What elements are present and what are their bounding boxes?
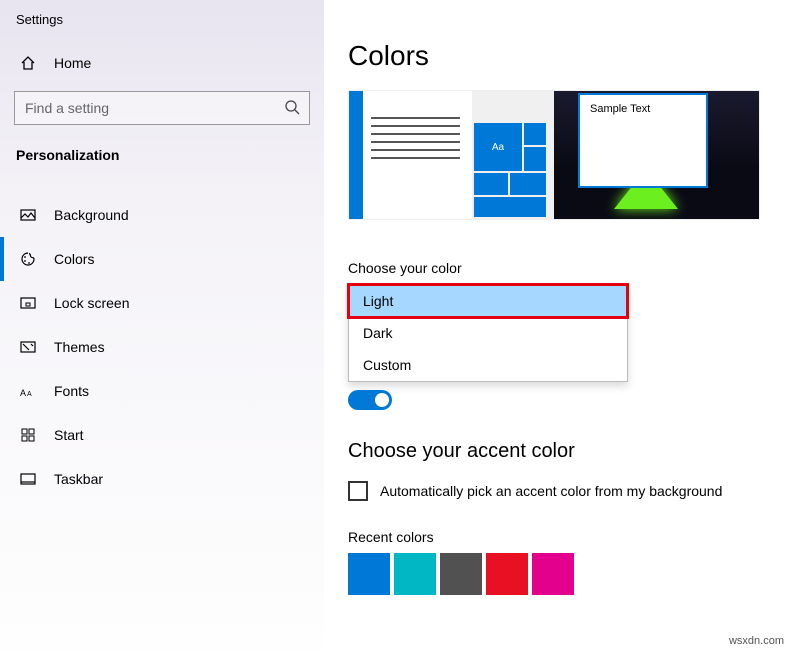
auto-pick-label: Automatically pick an accent color from …: [380, 483, 722, 499]
swatch-0[interactable]: [348, 553, 390, 595]
palette-icon: [20, 251, 36, 267]
sidebar-item-background[interactable]: Background: [0, 193, 324, 237]
color-mode-dropdown[interactable]: Light Dark Custom: [348, 284, 628, 382]
svg-text:A: A: [20, 388, 26, 398]
preview-window: Sample Text: [578, 93, 708, 188]
search-input[interactable]: [14, 91, 310, 125]
sidebar-item-themes[interactable]: Themes: [0, 325, 324, 369]
preview-light: Aa: [349, 91, 554, 219]
sidebar-item-taskbar[interactable]: Taskbar: [0, 457, 324, 501]
accent-heading: Choose your accent color: [348, 440, 760, 463]
search-icon: [284, 99, 300, 120]
start-icon: [20, 427, 36, 443]
sidebar-item-label: Themes: [54, 339, 105, 355]
color-option-light[interactable]: Light: [349, 285, 627, 317]
nav-list: Background Colors Lock screen Themes AA …: [0, 193, 324, 501]
preview-accent-bar: [349, 91, 363, 219]
app-title: Settings: [0, 10, 324, 45]
search-wrap: [14, 91, 310, 125]
sidebar: Settings Home Personalization Background…: [0, 0, 324, 651]
recent-colors-label: Recent colors: [348, 529, 760, 545]
sidebar-item-lockscreen[interactable]: Lock screen: [0, 281, 324, 325]
sidebar-item-label: Fonts: [54, 383, 89, 399]
sidebar-item-label: Taskbar: [54, 471, 103, 487]
attribution: wsxdn.com: [729, 635, 784, 647]
lockscreen-icon: [20, 295, 36, 311]
swatch-4[interactable]: [532, 553, 574, 595]
color-option-custom[interactable]: Custom: [349, 349, 627, 381]
preview-tile-aa: Aa: [474, 123, 522, 171]
swatch-3[interactable]: [486, 553, 528, 595]
sidebar-item-colors[interactable]: Colors: [0, 237, 324, 281]
sidebar-item-label: Start: [54, 427, 84, 443]
recent-color-swatches: [348, 553, 760, 595]
category-heading: Personalization: [0, 125, 324, 173]
fonts-icon: AA: [20, 383, 36, 399]
home-icon: [20, 56, 36, 70]
toggle-behind-dropdown: [348, 390, 760, 410]
home-label: Home: [54, 55, 91, 71]
svg-text:A: A: [27, 391, 32, 398]
toggle-switch[interactable]: [348, 390, 392, 410]
main-content: Colors Aa Sample Text Choose your c: [324, 0, 788, 651]
sidebar-item-fonts[interactable]: AA Fonts: [0, 369, 324, 413]
preview-tiles: Aa: [472, 91, 554, 219]
swatch-2[interactable]: [440, 553, 482, 595]
color-option-dark[interactable]: Dark: [349, 317, 627, 349]
home-button[interactable]: Home: [0, 45, 324, 81]
page-title: Colors: [348, 40, 760, 72]
theme-preview: Aa Sample Text: [348, 90, 760, 220]
sidebar-item-label: Background: [54, 207, 129, 223]
preview-dark: Sample Text: [554, 91, 759, 219]
image-icon: [20, 207, 36, 223]
auto-pick-checkbox[interactable]: [348, 481, 368, 501]
preview-sample-text: Sample Text: [590, 103, 650, 115]
sidebar-item-start[interactable]: Start: [0, 413, 324, 457]
swatch-1[interactable]: [394, 553, 436, 595]
sidebar-item-label: Colors: [54, 251, 94, 267]
choose-color-label: Choose your color: [348, 260, 760, 276]
themes-icon: [20, 339, 36, 355]
auto-pick-row[interactable]: Automatically pick an accent color from …: [348, 481, 760, 501]
sidebar-item-label: Lock screen: [54, 295, 129, 311]
taskbar-icon: [20, 471, 36, 487]
preview-list: [363, 91, 472, 219]
